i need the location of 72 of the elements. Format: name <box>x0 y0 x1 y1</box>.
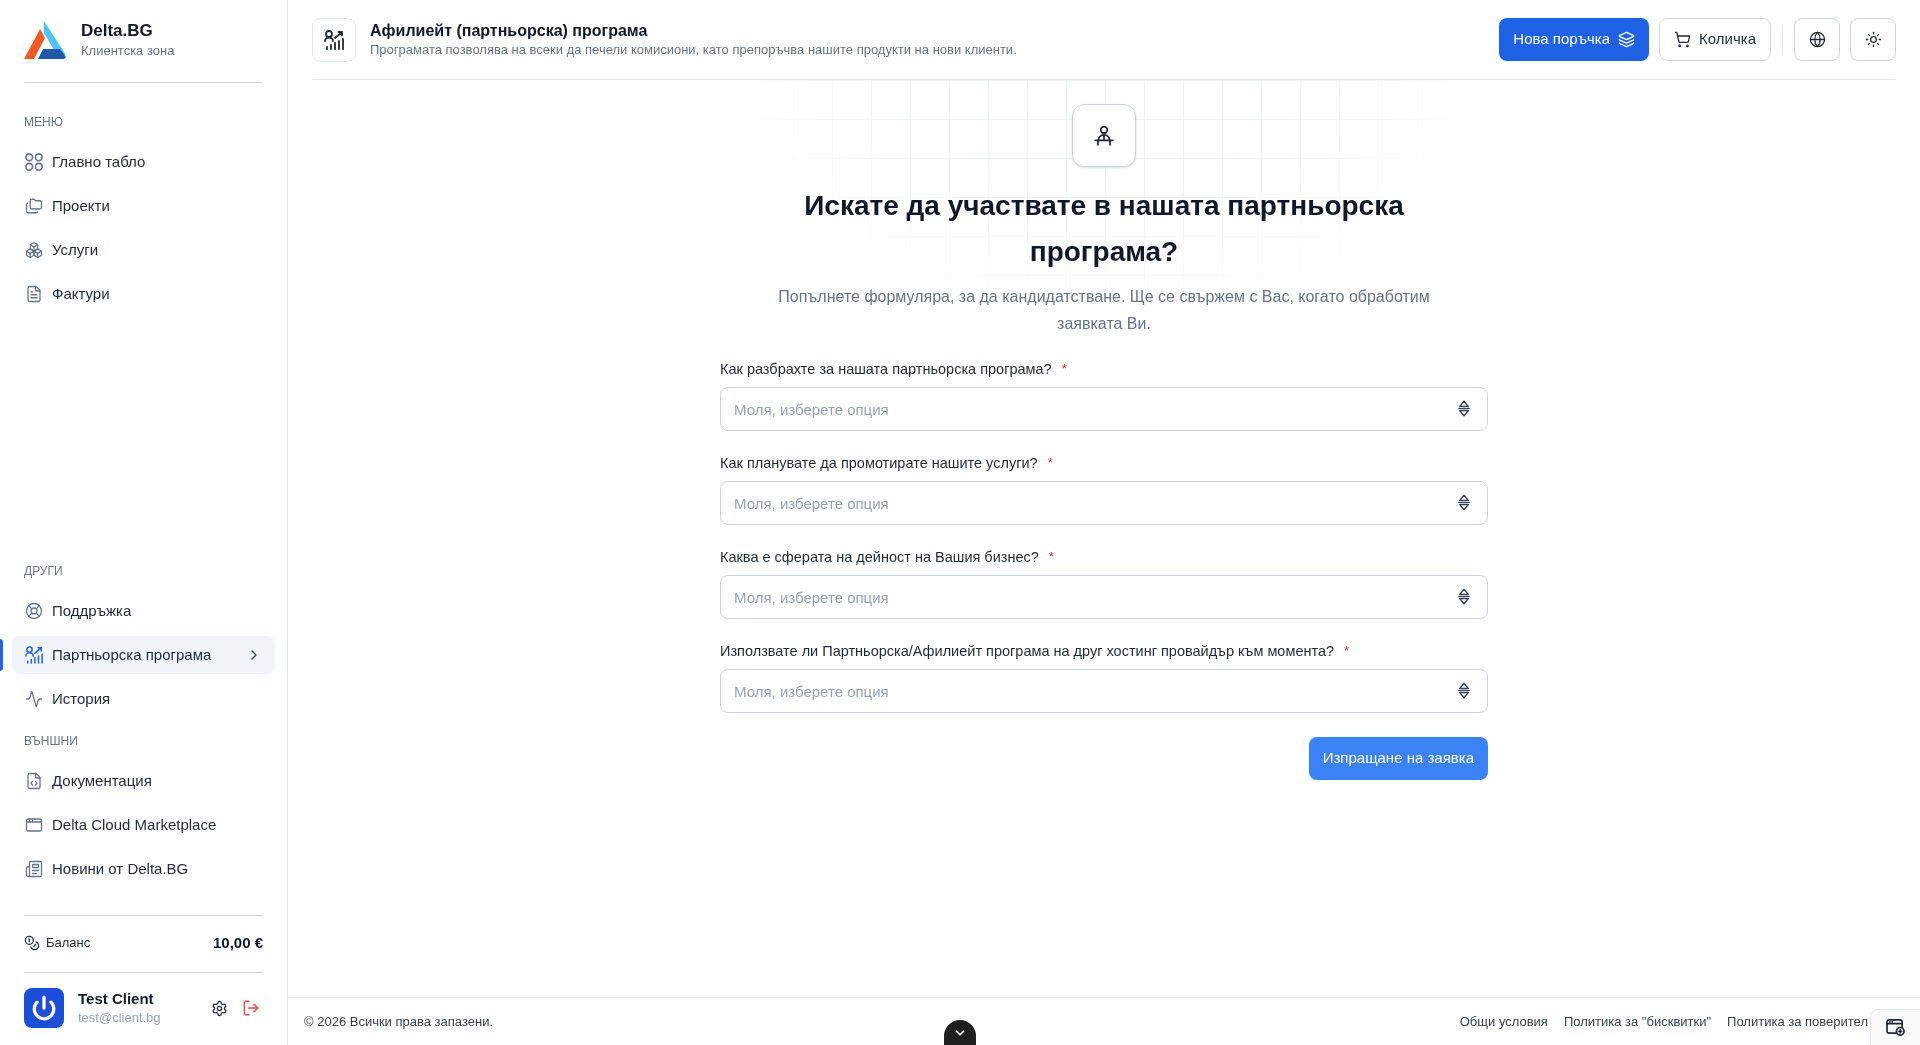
required-asterisk: * <box>1344 642 1350 660</box>
new-order-button[interactable]: Нова поръчка <box>1499 18 1650 61</box>
sidebar-item[interactable]: Поддръжка <box>12 592 275 630</box>
up-down-arrows-icon <box>1458 588 1470 605</box>
language-button[interactable] <box>1794 18 1840 61</box>
logout-icon <box>242 999 260 1017</box>
four-circles-icon <box>25 153 43 171</box>
field-label: Каква е сферата на дейност на Вашия бизнес? <box>720 548 1039 566</box>
layers-icon <box>1618 31 1636 48</box>
up-down-arrows-icon <box>1458 682 1470 699</box>
person-chart-icon <box>324 29 344 50</box>
footer-link[interactable]: Политика за "бисквитки" <box>1563 1011 1712 1032</box>
person-at-desk-icon <box>1094 124 1114 147</box>
page-title: Афилиейт (партньорска) програма <box>370 21 649 41</box>
cart-button[interactable]: Количка <box>1659 18 1771 61</box>
footer-link[interactable]: Общи условия <box>1459 1011 1548 1032</box>
app-window-icon <box>25 816 43 834</box>
sun-icon <box>1864 31 1882 48</box>
required-asterisk: * <box>1047 454 1053 472</box>
select-field[interactable]: Моля, изберете опция <box>720 575 1488 619</box>
user-email: test@client.bg <box>78 1009 161 1027</box>
active-indicator <box>0 639 3 671</box>
select-field[interactable]: Моля, изберете опция <box>720 669 1488 713</box>
settings-icon <box>210 999 228 1017</box>
folders-icon <box>25 197 43 215</box>
field-label: Как планувате да промотирате нашите услуги? <box>720 454 1038 472</box>
sidebar-item[interactable]: Фактури <box>12 275 275 313</box>
power-avatar-icon <box>24 988 64 1028</box>
document-icon <box>25 285 43 303</box>
field-label: Използвате ли Партньорска/Афилиейт програма на друг хостинг провайдър към момента? <box>720 642 1335 660</box>
sidebar-item[interactable]: История <box>12 680 275 718</box>
sidebar-item[interactable]: Главно табло <box>12 143 275 181</box>
section-title: ДРУГИ <box>23 563 64 579</box>
newspaper-icon <box>25 860 43 878</box>
lifebuoy-icon <box>25 602 43 620</box>
copyright-text: © 2026 Всички права запазени. <box>304 1012 493 1031</box>
form-description: Попълнете формуляра, за да кандидатстване. Ще се свържем с Вас, когато обработим заявката Ви. <box>777 287 1431 334</box>
globe-icon <box>1808 31 1826 48</box>
submit-button[interactable]: Изпращане на заявка <box>1308 737 1488 780</box>
form-heading: Искате да участвате в нашата партньорска програма? <box>803 189 1405 269</box>
sidebar-item[interactable]: Документация <box>12 762 275 800</box>
user-name: Test Client <box>78 989 155 1009</box>
page-subtitle: Програмата позволява на всеки да печели комисиони, като препоръчва нашите продукти на нови клиенти. <box>370 41 1017 59</box>
required-asterisk: * <box>1061 360 1067 378</box>
sidebar-item[interactable]: Услуги <box>12 231 275 269</box>
balance-amount: 10,00 € <box>212 932 263 953</box>
window-plus-icon <box>1886 1019 1905 1036</box>
code-file-icon <box>25 772 43 790</box>
sidebar-item[interactable]: Delta Cloud Marketplace <box>12 806 275 844</box>
section-title: МЕНЮ <box>23 114 64 130</box>
select-field[interactable]: Моля, изберете опция <box>720 387 1488 431</box>
cart-icon <box>1674 31 1692 48</box>
required-asterisk: * <box>1048 548 1054 566</box>
brand-name: Delta.BG <box>81 20 154 42</box>
theme-button[interactable] <box>1850 18 1896 61</box>
sidebar-item[interactable]: Новини от Delta.BG <box>12 850 275 888</box>
field-label: Как разбрахте за нашата партньорска програма? <box>720 360 1052 378</box>
up-down-arrows-icon <box>1458 494 1470 511</box>
brand-subtitle: Клиентска зона <box>81 42 175 60</box>
triangle-logo-icon <box>24 21 66 59</box>
coins-icon <box>24 935 40 951</box>
sidebar-item[interactable]: Проекти <box>12 187 275 225</box>
balance-label: Баланс <box>46 934 91 953</box>
person-chart-icon <box>25 646 43 664</box>
scroll-down-button[interactable] <box>944 1020 976 1045</box>
select-field[interactable]: Моля, изберете опция <box>720 481 1488 525</box>
pulse-icon <box>25 690 43 708</box>
section-title: ВЪНШНИ <box>23 733 79 749</box>
floating-widget-button[interactable] <box>1870 1009 1920 1045</box>
boxes-icon <box>25 241 43 259</box>
footer-link[interactable]: Политика за поверител <box>1727 1011 1868 1032</box>
up-down-arrows-icon <box>1458 400 1470 417</box>
